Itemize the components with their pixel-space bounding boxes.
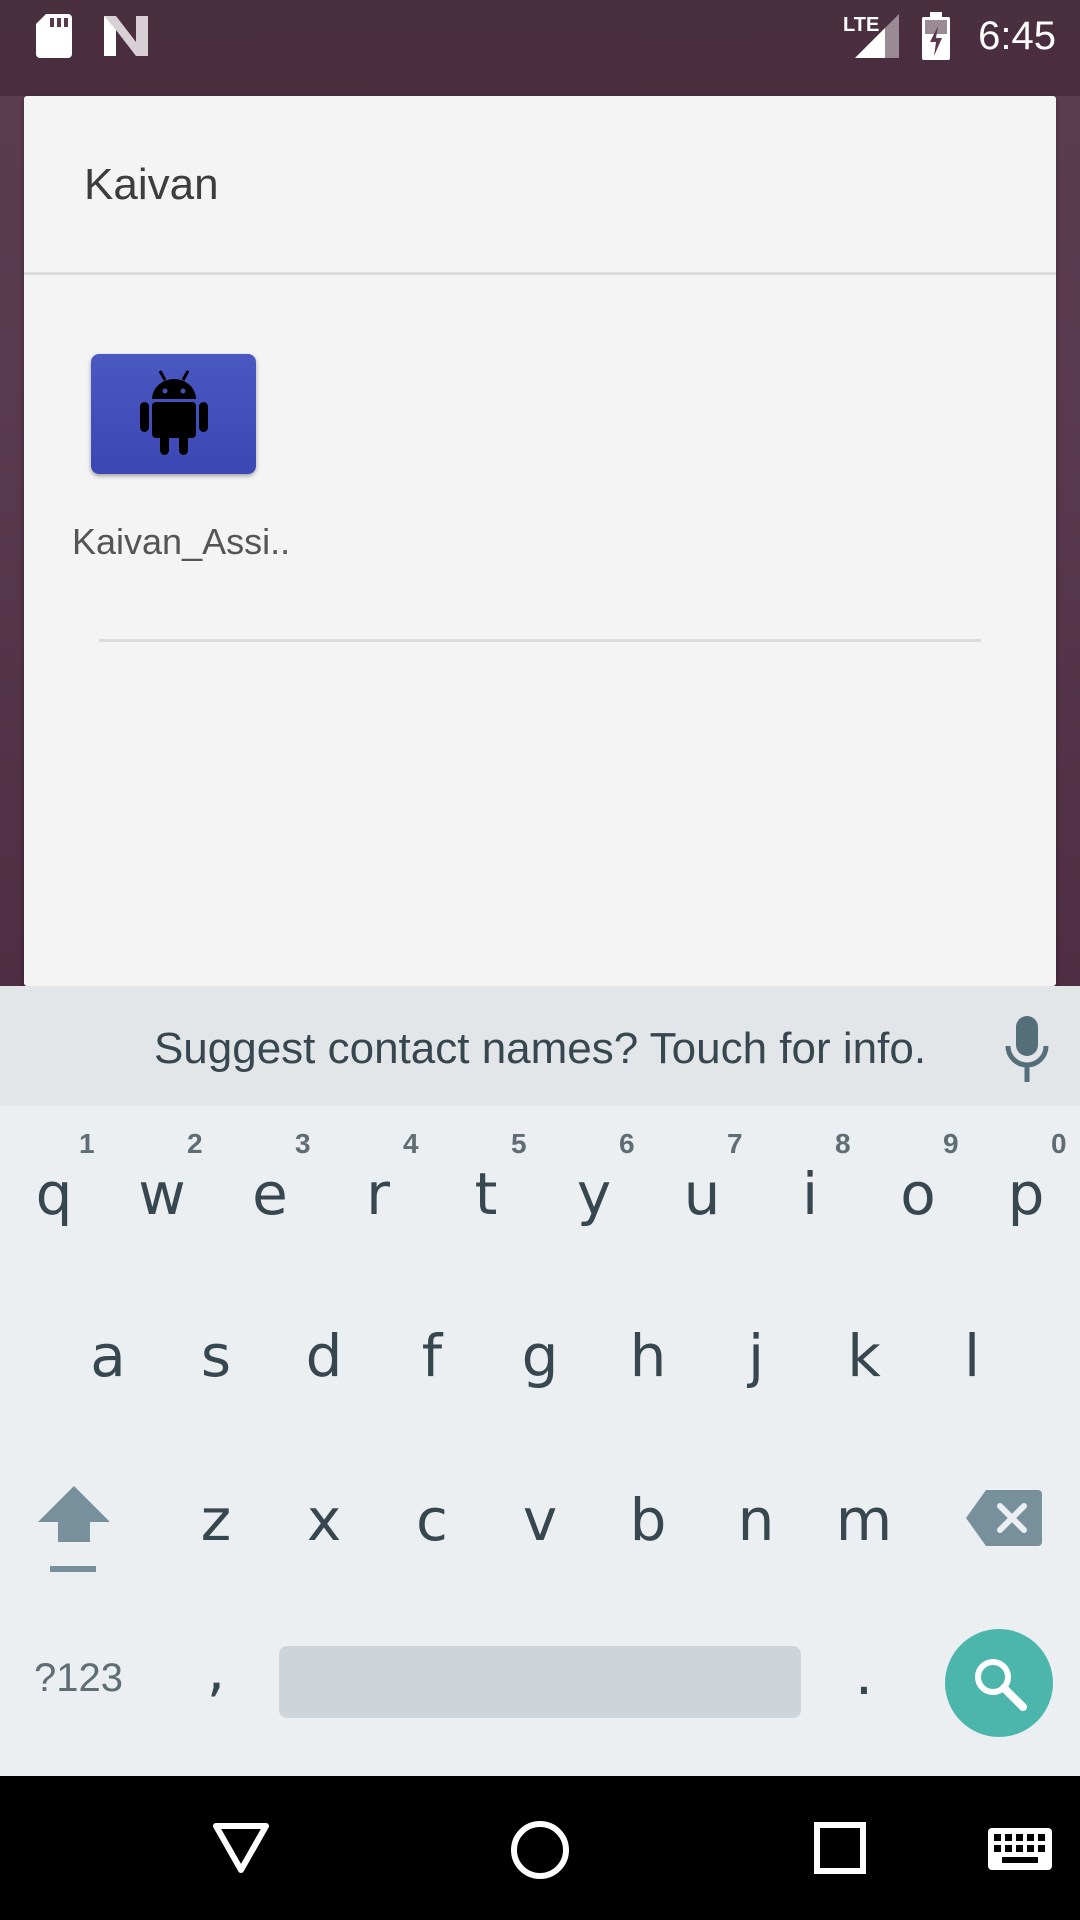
key-q[interactable]: q [0,1160,108,1228]
app-item-kaivan-assistant[interactable] [91,354,256,474]
backspace-icon[interactable] [966,1490,1042,1546]
key-v[interactable]: v [486,1486,594,1554]
dialog-title: Kaivan [84,160,219,209]
key-hint-8: 8 [835,1128,851,1159]
key-x[interactable]: x [270,1486,378,1554]
sd-card-icon [36,14,72,58]
key-hint-9: 9 [943,1128,959,1159]
back-icon[interactable] [212,1822,270,1874]
recents-icon[interactable] [814,1822,866,1874]
key-y[interactable]: y [540,1160,648,1228]
key-hint-3: 3 [295,1128,311,1159]
key-hint-7: 7 [727,1128,743,1159]
period-key[interactable]: . [810,1640,918,1708]
key-i[interactable]: i [756,1160,864,1228]
key-p[interactable]: p [972,1160,1080,1228]
key-l[interactable]: l [918,1322,1026,1390]
key-b[interactable]: b [594,1486,702,1554]
key-w[interactable]: w [108,1160,216,1228]
app-item-label[interactable]: Kaivan_Assi.. [72,521,290,563]
n-logo-icon [104,16,148,56]
signal-icon [855,14,899,58]
clock: 6:45 [978,14,1056,58]
key-j[interactable]: j [702,1322,810,1390]
key-g[interactable]: g [486,1322,594,1390]
key-k[interactable]: k [810,1322,918,1390]
battery-charging-icon [922,12,950,60]
search-action-button[interactable] [945,1629,1053,1737]
key-hint-5: 5 [511,1128,527,1159]
content-divider [99,639,981,642]
keyboard-switch-icon[interactable] [988,1828,1052,1870]
key-h[interactable]: h [594,1322,702,1390]
key-f[interactable]: f [378,1322,486,1390]
key-hint-1: 1 [79,1128,95,1159]
key-r[interactable]: r [324,1160,432,1228]
title-divider [24,272,1056,275]
key-u[interactable]: u [648,1160,756,1228]
key-m[interactable]: m [810,1486,918,1554]
android-icon [139,370,208,455]
key-a[interactable]: a [54,1322,162,1390]
space-bar[interactable] [279,1646,801,1718]
symbols-key[interactable]: ?123 [34,1656,123,1701]
key-n[interactable]: n [702,1486,810,1554]
key-hint-0: 0 [1051,1128,1067,1159]
key-e[interactable]: e [216,1160,324,1228]
navigation-bar [0,1776,1080,1920]
key-o[interactable]: o [864,1160,972,1228]
key-z[interactable]: z [162,1486,270,1554]
status-bar: LTE 6:45 [0,0,1080,96]
suggestion-strip[interactable]: Suggest contact names? Touch for info. [0,986,1080,1106]
key-hint-6: 6 [619,1128,635,1159]
search-icon [975,1659,1027,1711]
key-hint-4: 4 [403,1128,419,1159]
comma-key[interactable]: , [162,1636,270,1704]
app-chooser-dialog: Kaivan Kaivan_Assi.. [24,96,1056,986]
shift-icon[interactable] [38,1486,110,1576]
home-icon[interactable] [510,1820,570,1880]
microphone-icon[interactable] [1004,1016,1050,1082]
soft-keyboard: Suggest contact names? Touch for info. q… [0,986,1080,1776]
key-s[interactable]: s [162,1322,270,1390]
suggestion-text[interactable]: Suggest contact names? Touch for info. [0,1024,1080,1074]
key-t[interactable]: t [432,1160,540,1228]
key-d[interactable]: d [270,1322,378,1390]
key-c[interactable]: c [378,1486,486,1554]
key-hint-2: 2 [187,1128,203,1159]
